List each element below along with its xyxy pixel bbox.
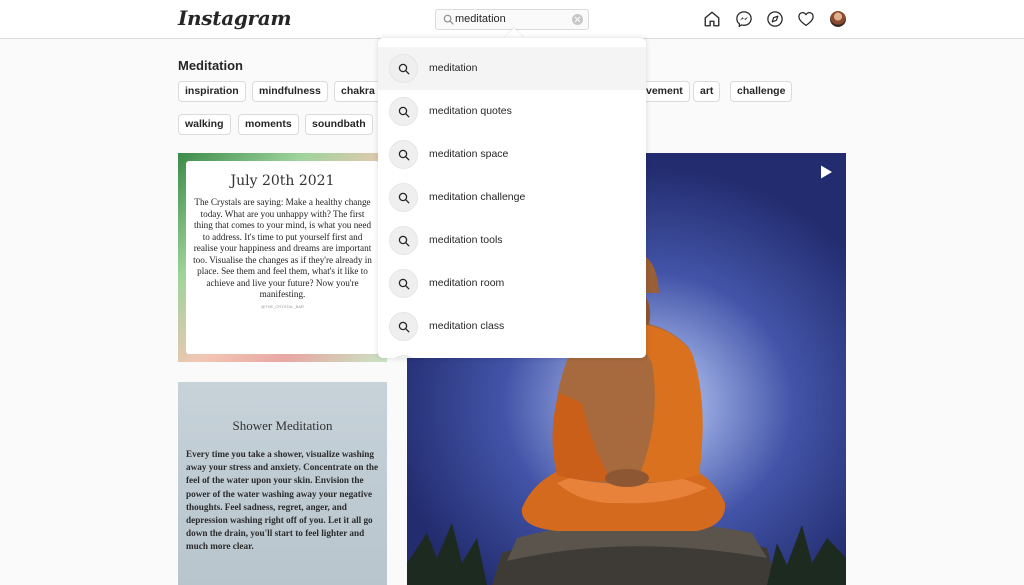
suggestion-search-icon-circle	[389, 269, 418, 298]
search-icon	[398, 321, 410, 333]
suggestion-label: meditation room	[429, 277, 505, 289]
suggestion-item[interactable]: meditation quotes	[378, 90, 646, 133]
shower-card-title: Shower Meditation	[232, 418, 333, 433]
quote-card-credit: @THE_CRYSTAL_BAR	[261, 303, 304, 309]
tag-chip[interactable]: vement	[640, 81, 690, 102]
tag-chip[interactable]: chakra	[334, 81, 382, 102]
search-icon	[398, 278, 410, 290]
messenger-icon[interactable]	[735, 10, 753, 28]
suggestion-label: meditation class	[429, 320, 505, 332]
clear-search-icon[interactable]	[572, 14, 583, 25]
explore-icon[interactable]	[766, 10, 784, 28]
suggestion-item[interactable]: meditation tools	[378, 219, 646, 262]
suggestion-search-icon-circle	[389, 54, 418, 83]
search-input[interactable]: meditation	[435, 9, 589, 30]
suggestion-item-partial[interactable]	[378, 348, 646, 358]
search-icon	[443, 14, 454, 25]
tag-chip[interactable]: inspiration	[178, 81, 246, 102]
tag-chip[interactable]: soundbath	[305, 114, 373, 135]
suggestion-search-icon-circle	[389, 183, 418, 212]
profile-avatar[interactable]	[830, 11, 846, 27]
play-icon	[821, 165, 832, 179]
quote-card-body: The Crystals are saying: Make a healthy …	[193, 197, 372, 299]
home-icon[interactable]	[703, 10, 721, 28]
quote-card-title: July 20th 2021	[230, 173, 335, 189]
instagram-logo[interactable]: Instagram	[178, 6, 292, 30]
suggestion-label: meditation space	[429, 148, 509, 160]
search-icon	[398, 149, 410, 161]
suggestion-search-icon-circle	[389, 140, 418, 169]
post-thumbnail-shower-meditation[interactable]: Shower Meditation Every time you take a …	[178, 382, 387, 585]
tag-chip[interactable]: art	[693, 81, 721, 102]
suggestion-search-icon-circle	[389, 97, 418, 126]
tag-chip[interactable]: moments	[238, 114, 299, 135]
suggestion-label: meditation tools	[429, 234, 503, 246]
search-input-value[interactable]: meditation	[455, 13, 506, 25]
page-title: Meditation	[178, 58, 243, 73]
quote-card: July 20th 2021 The Crystals are saying: …	[186, 161, 379, 354]
post-thumbnail-crystal-quote[interactable]: July 20th 2021 The Crystals are saying: …	[178, 153, 387, 362]
heart-icon[interactable]	[797, 10, 815, 28]
suggestion-label: meditation challenge	[429, 191, 526, 203]
tag-chip[interactable]: walking	[178, 114, 231, 135]
suggestion-item[interactable]: meditation	[378, 47, 646, 90]
tag-chip[interactable]: mindfulness	[252, 81, 328, 102]
search-icon	[398, 63, 410, 75]
suggestion-item[interactable]: meditation class	[378, 305, 646, 348]
search-icon	[398, 235, 410, 247]
suggestion-search-icon-circle	[389, 226, 418, 255]
search-icon	[398, 106, 410, 118]
suggestion-search-icon-circle	[389, 312, 418, 341]
suggestion-label: meditation quotes	[429, 105, 512, 117]
tag-chip[interactable]: challenge	[730, 81, 793, 102]
shower-card-body: Every time you take a shower, visualize …	[186, 449, 379, 552]
suggestion-item[interactable]: meditation room	[378, 262, 646, 305]
suggestion-item[interactable]: meditation space	[378, 133, 646, 176]
suggestion-search-icon-circle	[389, 355, 418, 358]
search-suggestions-dropdown: meditation meditation quotes meditation …	[378, 38, 646, 358]
search-icon	[398, 192, 410, 204]
suggestion-label: meditation	[429, 62, 478, 74]
suggestion-item[interactable]: meditation challenge	[378, 176, 646, 219]
